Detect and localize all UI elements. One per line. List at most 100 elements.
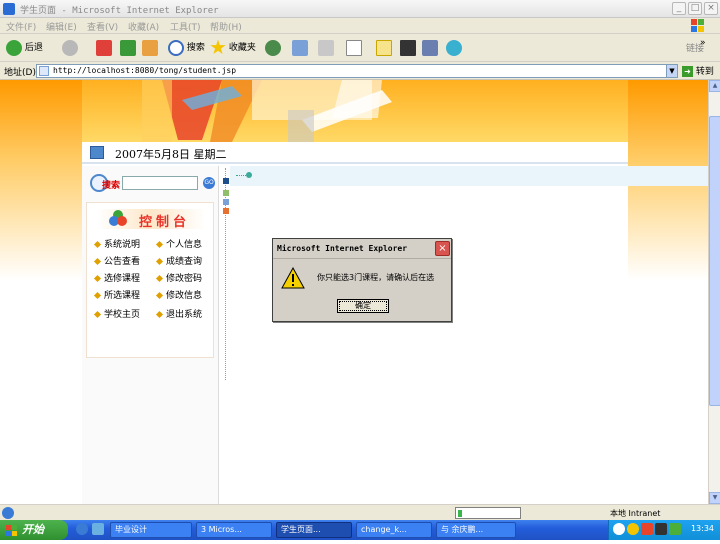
search-input[interactable] bbox=[122, 176, 198, 190]
diamond-bullet-icon bbox=[155, 274, 164, 283]
search-go-button[interactable]: GO bbox=[203, 177, 215, 189]
desktop-quicklaunch-icon[interactable] bbox=[92, 523, 104, 535]
control-panel: 控制台 系统说明 公告查看 选修课程 所选课程 学校主页 个人信息 成绩查询 修… bbox=[86, 202, 214, 358]
refresh-icon bbox=[120, 39, 136, 56]
nav-label: 成绩查询 bbox=[166, 257, 203, 267]
diamond-bullet-icon bbox=[155, 291, 164, 300]
dialog-close-button[interactable]: × bbox=[435, 241, 450, 256]
go-label: 转到 bbox=[695, 67, 714, 77]
tray-icon-1[interactable] bbox=[613, 523, 625, 535]
nav-label: 学校主页 bbox=[104, 310, 141, 320]
k-icon bbox=[400, 39, 416, 56]
menu-favorites[interactable]: 收藏(A) bbox=[128, 20, 159, 33]
window-title: 学生页面 - Microsoft Internet Explorer bbox=[20, 6, 219, 16]
banner-graphic bbox=[142, 80, 392, 142]
messenger-icon bbox=[446, 39, 462, 56]
menu-tools[interactable]: 工具(T) bbox=[170, 20, 201, 33]
task-graduation-design[interactable]: 毕业设计 bbox=[110, 522, 192, 538]
progress-fill bbox=[458, 510, 462, 517]
ie-status-icon bbox=[2, 507, 14, 519]
nav-logout[interactable]: 退出系统 bbox=[155, 307, 203, 320]
favorites-button[interactable]: 收藏夹 bbox=[210, 39, 256, 57]
nav-label: 退出系统 bbox=[166, 310, 203, 320]
dialog-title-bar: Microsoft Internet Explorer × bbox=[273, 239, 451, 259]
progress-bar bbox=[455, 507, 521, 519]
messenger-button[interactable] bbox=[446, 39, 462, 57]
scroll-down-button[interactable]: ▼ bbox=[709, 492, 720, 504]
address-dropdown[interactable]: ▼ bbox=[666, 64, 678, 78]
tool-extra-button[interactable] bbox=[422, 39, 438, 57]
address-input[interactable]: http://localhost:8080/tong/student.jsp bbox=[36, 64, 678, 78]
vertical-scrollbar[interactable]: ▲ ▼ bbox=[708, 80, 720, 504]
dialog-ok-button[interactable]: 确定 bbox=[337, 299, 389, 313]
print-button[interactable] bbox=[318, 39, 334, 57]
home-button[interactable] bbox=[142, 39, 158, 57]
tray-icon-3[interactable] bbox=[641, 523, 653, 535]
nav-selected-courses[interactable]: 所选课程 bbox=[93, 288, 141, 301]
nav-label: 选修课程 bbox=[104, 274, 141, 284]
diamond-bullet-icon bbox=[155, 310, 164, 319]
menu-file[interactable]: 文件(F) bbox=[6, 20, 36, 33]
tray-icon-5[interactable] bbox=[669, 523, 681, 535]
diamond-bullet-icon bbox=[93, 310, 102, 319]
diamond-bullet-icon bbox=[155, 257, 164, 266]
discuss-button[interactable] bbox=[376, 39, 392, 57]
task-chat[interactable]: 与 余庆鹏... bbox=[436, 522, 516, 538]
printer-icon bbox=[318, 39, 334, 56]
history-button[interactable] bbox=[265, 39, 281, 57]
stop-button[interactable] bbox=[96, 39, 112, 57]
go-button[interactable]: ➜ 转到 bbox=[682, 64, 714, 77]
nav-elective-courses[interactable]: 选修课程 bbox=[93, 271, 141, 284]
menu-view[interactable]: 查看(V) bbox=[87, 20, 118, 33]
nav-announcements[interactable]: 公告查看 bbox=[93, 254, 140, 267]
warning-icon bbox=[281, 267, 305, 289]
links-label[interactable]: 链接 bbox=[686, 40, 704, 58]
nav-school-home[interactable]: 学校主页 bbox=[93, 307, 141, 320]
edit-button[interactable] bbox=[346, 39, 362, 57]
forward-arrow-icon bbox=[62, 39, 78, 56]
clock[interactable]: 13:34 bbox=[691, 524, 714, 533]
diamond-bullet-icon bbox=[155, 240, 164, 249]
refresh-button[interactable] bbox=[120, 39, 136, 57]
minimize-button[interactable]: _ bbox=[672, 2, 686, 15]
menu-edit[interactable]: 编辑(E) bbox=[46, 20, 77, 33]
nav-system-info[interactable]: 系统说明 bbox=[93, 237, 140, 250]
status-bar: 本地 Intranet bbox=[0, 504, 720, 520]
ie-quicklaunch-icon[interactable] bbox=[76, 523, 88, 535]
scroll-thumb[interactable] bbox=[709, 116, 720, 406]
date-row: 2007年5月8日 星期二 bbox=[82, 142, 628, 164]
nav-change-password[interactable]: 修改密码 bbox=[155, 271, 203, 284]
windows-flag-icon bbox=[6, 524, 18, 536]
close-button[interactable]: × bbox=[704, 2, 718, 15]
accent-square-icon bbox=[223, 190, 229, 196]
toolbar: 后退 搜索 收藏夹 » 链接 bbox=[0, 34, 720, 62]
nav-label: 修改信息 bbox=[166, 291, 203, 301]
address-label: 地址(D) bbox=[4, 68, 36, 78]
tool-icon bbox=[422, 39, 438, 56]
maximize-button[interactable]: □ bbox=[688, 2, 702, 15]
nav-grade-query[interactable]: 成绩查询 bbox=[155, 254, 203, 267]
scroll-up-button[interactable]: ▲ bbox=[709, 80, 720, 92]
tray-icon-4[interactable] bbox=[655, 523, 667, 535]
task-student-page[interactable]: 学生页面... bbox=[276, 522, 352, 538]
mail-button[interactable] bbox=[292, 39, 308, 57]
nav-label: 所选课程 bbox=[104, 291, 141, 301]
diamond-bullet-icon bbox=[93, 291, 102, 300]
nav-edit-info[interactable]: 修改信息 bbox=[155, 288, 203, 301]
diamond-bullet-icon bbox=[93, 257, 102, 266]
task-microsoft-word[interactable]: 3 Micros... bbox=[196, 522, 272, 538]
diamond-bullet-icon bbox=[93, 274, 102, 283]
k-button[interactable] bbox=[400, 39, 416, 57]
menu-help[interactable]: 帮助(H) bbox=[210, 20, 242, 33]
forward-button[interactable] bbox=[62, 39, 78, 57]
task-change-k[interactable]: change_k... bbox=[356, 522, 432, 538]
search-button[interactable]: 搜索 bbox=[168, 39, 205, 57]
nav-label: 修改密码 bbox=[166, 274, 203, 284]
tray-icon-2[interactable] bbox=[627, 523, 639, 535]
main-header-strip bbox=[230, 166, 708, 186]
nav-personal-info[interactable]: 个人信息 bbox=[155, 237, 202, 250]
start-button[interactable]: 开始 bbox=[0, 520, 68, 540]
background-left bbox=[0, 80, 82, 280]
back-button[interactable]: 后退 bbox=[6, 39, 43, 57]
page-icon bbox=[39, 66, 49, 76]
